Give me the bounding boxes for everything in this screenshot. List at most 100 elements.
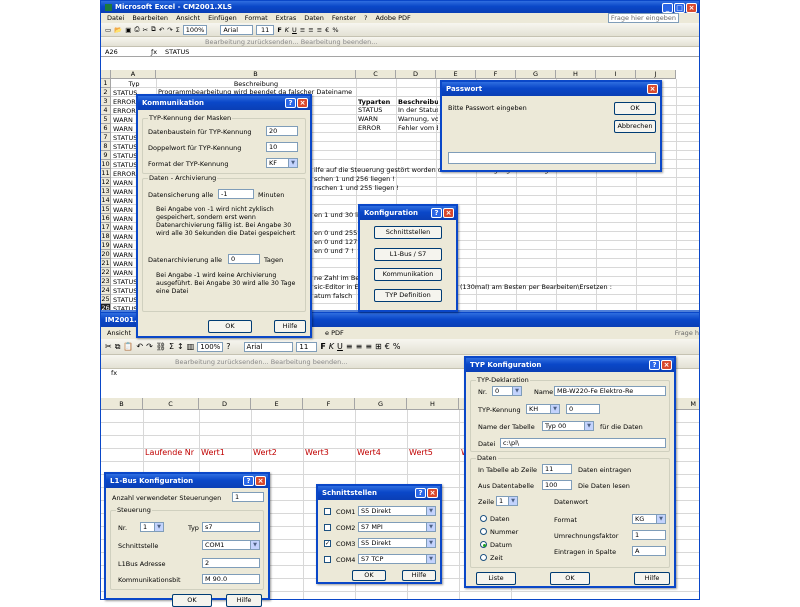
row-header[interactable]: 1 bbox=[101, 79, 111, 88]
port-select[interactable]: COM1 ▼ bbox=[202, 540, 260, 550]
row-header[interactable]: 15 bbox=[101, 205, 111, 214]
align-left-icon[interactable]: ≡ bbox=[346, 342, 353, 351]
merge-icon[interactable]: ⊞ bbox=[375, 342, 382, 351]
col-header-d[interactable]: D bbox=[396, 70, 436, 79]
port-checkbox[interactable] bbox=[324, 508, 331, 515]
align-center-icon[interactable]: ≡ bbox=[356, 342, 363, 351]
row-header[interactable]: 8 bbox=[101, 142, 111, 151]
ok-button[interactable]: OK bbox=[208, 320, 252, 333]
file-input[interactable]: c:\pl\ bbox=[500, 438, 666, 448]
chevron-down-icon[interactable]: ▼ bbox=[288, 159, 297, 167]
help-icon[interactable]: ? bbox=[431, 208, 442, 218]
menu-datei[interactable]: Datei bbox=[107, 14, 124, 22]
italic-icon[interactable]: K bbox=[285, 26, 289, 34]
undo-icon[interactable]: ↶ bbox=[136, 342, 143, 351]
cell-d5[interactable]: Fehler vom Betr bbox=[398, 124, 438, 132]
row-header[interactable]: 3 bbox=[101, 97, 111, 106]
sum-icon[interactable]: Σ bbox=[176, 26, 180, 34]
ok-button[interactable]: OK bbox=[550, 572, 590, 585]
chevron-down-icon[interactable]: ▼ bbox=[426, 555, 435, 563]
sum-icon[interactable]: Σ bbox=[169, 342, 174, 351]
bold-icon[interactable]: F bbox=[277, 26, 281, 34]
col-header-c[interactable]: C bbox=[356, 70, 396, 79]
menu-fenster[interactable]: Fenster bbox=[332, 14, 356, 22]
close-button[interactable]: × bbox=[255, 476, 266, 486]
menu-format[interactable]: Format bbox=[245, 14, 268, 22]
close-button[interactable]: × bbox=[686, 3, 697, 13]
datatype-radio[interactable] bbox=[480, 528, 487, 535]
row-header[interactable]: 12 bbox=[101, 178, 111, 187]
align-right-icon[interactable]: ≡ bbox=[365, 342, 372, 351]
row-header[interactable]: 16 bbox=[101, 214, 111, 223]
col-header-d[interactable]: D bbox=[199, 398, 251, 410]
row-header[interactable]: 20 bbox=[101, 250, 111, 259]
help-icon[interactable]: ? bbox=[243, 476, 254, 486]
corner-cell[interactable] bbox=[101, 70, 111, 79]
fx-icon[interactable]: fx bbox=[111, 369, 117, 377]
chevron-down-icon[interactable]: ▼ bbox=[656, 515, 665, 523]
help-icon[interactable]: ? bbox=[649, 360, 660, 370]
format-select[interactable]: KG ▼ bbox=[632, 514, 666, 524]
close-button[interactable]: × bbox=[297, 98, 308, 108]
cell-c1[interactable]: Typarten bbox=[358, 98, 390, 106]
typ-input[interactable]: s7 bbox=[202, 522, 260, 532]
copy-icon[interactable]: ⧉ bbox=[115, 342, 121, 352]
undo-icon[interactable]: ↶ bbox=[159, 26, 164, 34]
help-icon[interactable]: ? bbox=[285, 98, 296, 108]
help-button[interactable]: Hilfe bbox=[226, 594, 262, 607]
row-header[interactable]: 7 bbox=[101, 133, 111, 142]
col-header-h[interactable]: H bbox=[407, 398, 459, 410]
menu-ansicht[interactable]: Ansicht bbox=[107, 329, 131, 337]
help-icon[interactable]: ? bbox=[415, 488, 426, 498]
fx-icon[interactable]: ƒx bbox=[151, 48, 165, 56]
header-wert4[interactable]: Wert4 bbox=[357, 448, 381, 457]
menu-help[interactable]: ? bbox=[364, 14, 367, 22]
fmt-select[interactable]: KF ▼ bbox=[266, 158, 298, 168]
cell-b19[interactable]: en 0 und 127 l bbox=[314, 238, 361, 246]
row-header[interactable]: 19 bbox=[101, 241, 111, 250]
header-wert1[interactable]: Wert1 bbox=[201, 448, 225, 457]
cell-b16[interactable]: en 1 und 30 lie bbox=[314, 211, 363, 219]
chevron-down-icon[interactable]: ▼ bbox=[426, 523, 435, 531]
port-checkbox[interactable] bbox=[324, 524, 331, 531]
menu-einfuegen[interactable]: Einfügen bbox=[208, 14, 237, 22]
chevron-down-icon[interactable]: ▼ bbox=[550, 405, 559, 413]
header-wert2[interactable]: Wert2 bbox=[253, 448, 277, 457]
cell-h24[interactable]: ndern (130mal) am Besten per Bearbeiten\… bbox=[439, 283, 612, 291]
chevron-down-icon[interactable]: ▼ bbox=[508, 497, 517, 505]
bit-input[interactable]: M 90.0 bbox=[202, 574, 260, 584]
row-header[interactable]: 14 bbox=[101, 196, 111, 205]
close-button[interactable]: × bbox=[443, 208, 454, 218]
font-size-select[interactable]: 11 bbox=[296, 341, 318, 352]
col-header-i[interactable]: I bbox=[596, 70, 636, 79]
row-header[interactable]: 21 bbox=[101, 259, 111, 268]
align-center-icon[interactable]: ≡ bbox=[308, 26, 313, 34]
currency-icon[interactable]: € bbox=[325, 26, 329, 34]
cancel-button[interactable]: Abbrechen bbox=[614, 120, 656, 133]
row-header[interactable]: 22 bbox=[101, 268, 111, 277]
arch-input[interactable]: 0 bbox=[228, 254, 260, 264]
cut-icon[interactable]: ✂ bbox=[105, 342, 112, 351]
chevron-down-icon[interactable]: ▼ bbox=[426, 539, 435, 547]
help-button[interactable]: Hilfe bbox=[274, 320, 306, 333]
paste-icon[interactable]: 📋 bbox=[123, 342, 133, 351]
col-header-h[interactable]: H bbox=[556, 70, 596, 79]
link-icon[interactable]: ⛓ bbox=[156, 342, 166, 351]
close-button[interactable]: × bbox=[427, 488, 438, 498]
cell-b20[interactable]: en 0 und 7 ! bbox=[314, 247, 354, 255]
kommunikation-button[interactable]: Kommunikation bbox=[374, 268, 442, 281]
l1bus-button[interactable]: L1-Bus / S7 bbox=[374, 248, 442, 261]
header-wert3[interactable]: Wert3 bbox=[305, 448, 329, 457]
col-input[interactable]: A bbox=[632, 546, 666, 556]
port-checkbox[interactable] bbox=[324, 556, 331, 563]
redo-icon[interactable]: ↷ bbox=[146, 342, 153, 351]
cell-d1[interactable]: Beschreibung bbox=[398, 98, 438, 106]
table-select[interactable]: Typ 00 ▼ bbox=[542, 421, 594, 431]
cell-c4[interactable]: WARN bbox=[358, 115, 378, 123]
col-header-g[interactable]: G bbox=[355, 398, 407, 410]
new-icon[interactable]: ▭ bbox=[105, 26, 111, 34]
underline-icon[interactable]: U bbox=[337, 342, 343, 351]
copy-icon[interactable]: ⧉ bbox=[151, 25, 156, 34]
row-header[interactable]: 6 bbox=[101, 124, 111, 133]
chevron-down-icon[interactable]: ▼ bbox=[584, 422, 593, 430]
